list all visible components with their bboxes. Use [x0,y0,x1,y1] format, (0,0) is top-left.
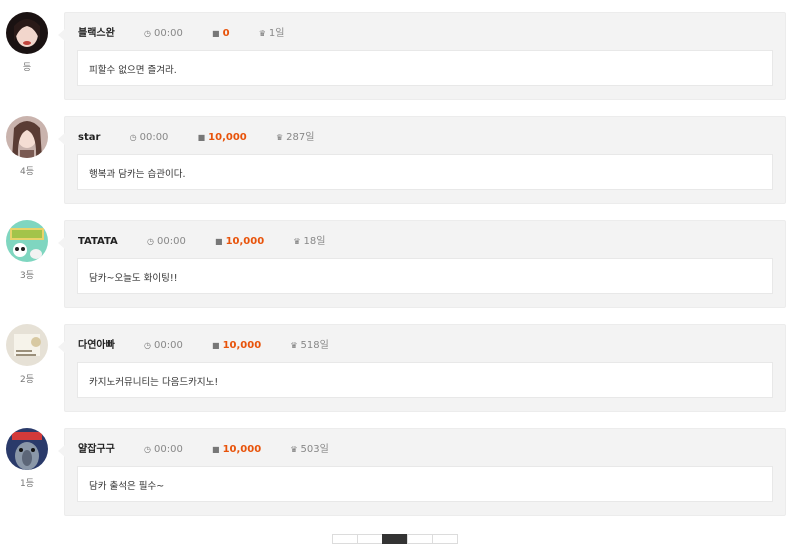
comment-meta: star ◷ 00:00 ■ 10,000 ♛ 287일 [78,131,314,145]
points-value: 10,000 [222,444,262,455]
points-value: 0 [222,28,230,39]
points: ■ 10,000 [198,131,247,145]
comment-card: TATATA ◷ 00:00 ■ 10,000 ♛ 18일 담카~오늘도 화이팅!! [58,220,786,308]
page-button-first[interactable] [332,534,358,544]
attendance-days: ♛ 287일 [276,131,314,145]
comment-entry: 2등 다연아빠 ◷ 00:00 ■ 10,000 ♛ 518일 카지노커뮤니티는 다음… [0,324,800,428]
comment-card: 블랙스완 ◷ 00:00 ■ 0 ♛ 1일 피할수 없으면 즐겨라. [58,12,786,100]
avatar[interactable] [6,12,48,54]
points-value: 10,000 [208,132,247,143]
author-name[interactable]: 블랙스완 [78,27,115,41]
avatar[interactable] [6,324,48,366]
page-button-prev[interactable] [357,534,383,544]
time-stamp: ◷ 00:00 [147,235,186,249]
clock-icon: ◷ [144,341,151,350]
points: ■ 10,000 [212,443,261,457]
trophy-icon: ♛ [290,445,298,454]
avatar-image [6,116,48,158]
time-stamp: ◷ 00:00 [144,339,183,353]
time-value: 00:00 [153,28,183,39]
comment-meta: 다연아빠 ◷ 00:00 ■ 10,000 ♛ 518일 [78,339,329,353]
author-name[interactable]: star [78,131,100,145]
message-text: 행복과 담카는 습관이다. [89,169,186,180]
page-button-current[interactable] [382,534,408,544]
author-name[interactable]: 다연아빠 [78,339,115,353]
rank-label: 1등 [19,479,34,489]
trophy-icon: ♛ [293,237,301,246]
avatar-image [6,428,48,470]
attendance-days: ♛ 503일 [290,443,328,457]
comment-entry: 1등 얄잡구구 ◷ 00:00 ■ 10,000 ♛ 503일 담카 출석은 필수~ [0,428,800,532]
comment-meta: TATATA ◷ 00:00 ■ 10,000 ♛ 18일 [78,235,325,249]
gift-icon: ■ [212,29,220,38]
clock-icon: ◷ [144,445,151,454]
author-name[interactable]: TATATA [78,235,118,249]
message-box: 피할수 없으면 즐겨라. [77,50,773,86]
avatar-image [6,324,48,366]
time-value: 00:00 [153,444,183,455]
time-stamp: ◷ 00:00 [144,443,183,457]
avatar-image [6,12,48,54]
days-value: 518일 [300,340,329,351]
avatar-image [6,220,48,262]
avatar[interactable] [6,116,48,158]
message-box: 카지노커뮤니티는 다음드카지노! [77,362,773,398]
rank-label: 3등 [19,271,34,281]
comment-card: star ◷ 00:00 ■ 10,000 ♛ 287일 행복과 담카는 습관이다. [58,116,786,204]
points: ■ 10,000 [212,339,261,353]
days-value: 1일 [268,28,285,39]
message-box: 담카~오늘도 화이팅!! [77,258,773,294]
time-value: 00:00 [153,340,183,351]
message-text: 카지노커뮤니티는 다음드카지노! [89,377,219,388]
trophy-icon: ♛ [275,133,284,142]
trophy-icon: ♛ [290,341,298,350]
comment-card: 얄잡구구 ◷ 00:00 ■ 10,000 ♛ 503일 담카 출석은 필수~ [58,428,786,516]
attendance-days: ♛ 18일 [293,235,325,249]
comment-entry: 등 블랙스완 ◷ 00:00 ■ 0 ♛ 1일 피할수 없으면 즐겨라. [0,12,800,116]
avatar[interactable] [6,428,48,470]
comment-entry: 4등 star ◷ 00:00 ■ 10,000 ♛ 287일 행복과 담카는 습관이… [0,116,800,220]
attendance-days: ♛ 518일 [290,339,328,353]
points-value: 10,000 [225,236,265,247]
clock-icon: ◷ [144,29,151,38]
message-box: 담카 출석은 필수~ [77,466,773,502]
points: ■ 0 [212,27,230,41]
comment-meta: 얄잡구구 ◷ 00:00 ■ 10,000 ♛ 503일 [78,443,329,457]
time-value: 00:00 [156,236,186,247]
gift-icon: ■ [215,237,223,246]
message-box: 행복과 담카는 습관이다. [77,154,773,190]
time-value: 00:00 [139,132,169,143]
clock-icon: ◷ [147,237,154,246]
points: ■ 10,000 [215,235,264,249]
message-text: 담카 출석은 필수~ [89,481,165,492]
rank-label: 4등 [19,167,34,177]
days-value: 18일 [303,236,326,247]
message-text: 피할수 없으면 즐겨라. [89,65,177,76]
gift-icon: ■ [212,341,220,350]
clock-icon: ◷ [129,133,137,142]
days-value: 503일 [300,444,329,455]
gift-icon: ■ [212,445,220,454]
attendance-days: ♛ 1일 [259,27,285,41]
message-text: 담카~오늘도 화이팅!! [89,273,178,284]
trophy-icon: ♛ [258,29,266,38]
comment-card: 다연아빠 ◷ 00:00 ■ 10,000 ♛ 518일 카지노커뮤니티는 다음드카지… [58,324,786,412]
avatar[interactable] [6,220,48,262]
author-name[interactable]: 얄잡구구 [78,443,115,457]
page-button-next[interactable] [407,534,433,544]
rank-label: 등 [22,63,32,73]
points-value: 10,000 [222,340,262,351]
time-stamp: ◷ 00:00 [130,131,169,145]
time-stamp: ◷ 00:00 [144,27,183,41]
page-button-last[interactable] [432,534,458,544]
comment-meta: 블랙스완 ◷ 00:00 ■ 0 ♛ 1일 [78,27,284,41]
days-value: 287일 [286,132,315,143]
rank-label: 2등 [19,375,34,385]
gift-icon: ■ [197,133,206,142]
comment-entry: 3등 TATATA ◷ 00:00 ■ 10,000 ♛ 18일 담카~오늘도 화이팅… [0,220,800,324]
